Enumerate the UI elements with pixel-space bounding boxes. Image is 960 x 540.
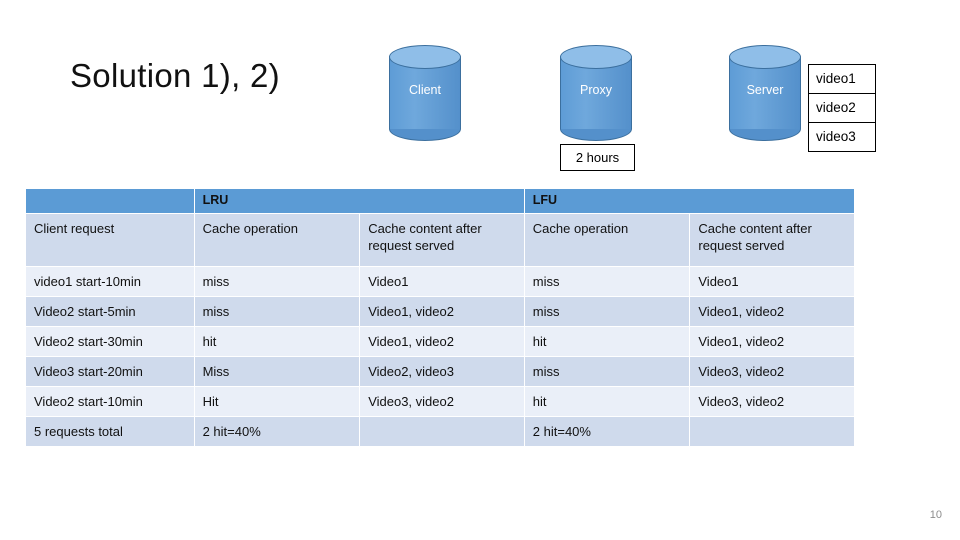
server-video-item: video3 xyxy=(808,122,876,152)
cell-lfu-op: hit xyxy=(523,326,691,357)
cell-lfu-content: Video1 xyxy=(689,266,855,297)
cell-lru-op: Miss xyxy=(193,356,361,387)
table-row: Video2 start-30min hit Video1, video2 hi… xyxy=(25,326,855,357)
cylinder-top-icon xyxy=(729,45,801,69)
diagram-node-label-server: Server xyxy=(746,83,784,97)
cell-lru-content: Video1 xyxy=(359,266,525,297)
column-header-lru-content: Cache content after request served xyxy=(359,213,525,267)
cell-request: video1 start-10min xyxy=(25,266,195,297)
cell-lfu-op: miss xyxy=(523,266,691,297)
cylinder-top-icon xyxy=(560,45,632,69)
group-header-lru: LRU xyxy=(193,188,525,214)
column-header-lfu-operation: Cache operation xyxy=(523,213,691,267)
diagram-node-server: Server xyxy=(729,45,803,141)
cell-lru-content: Video2, video3 xyxy=(359,356,525,387)
cell-lru-content: Video1, video2 xyxy=(359,326,525,357)
server-video-item: video2 xyxy=(808,93,876,123)
cache-comparison-table: LRU LFU Client request Cache operation C… xyxy=(25,188,856,447)
cell-lru-content: Video3, video2 xyxy=(359,386,525,417)
cell-lfu-content: Video3, video2 xyxy=(689,386,855,417)
cell-request: 5 requests total xyxy=(25,416,195,447)
column-header-lfu-content: Cache content after request served xyxy=(689,213,855,267)
cell-lru-op: 2 hit=40% xyxy=(193,416,361,447)
cell-request: Video2 start-30min xyxy=(25,326,195,357)
cell-lru-op: miss xyxy=(193,296,361,327)
cell-lru-op: Hit xyxy=(193,386,361,417)
table-row: Video2 start-5min miss Video1, video2 mi… xyxy=(25,296,855,327)
cell-lfu-content: Video3, video2 xyxy=(689,356,855,387)
page-title: Solution 1), 2) xyxy=(70,57,280,94)
cell-lru-op: miss xyxy=(193,266,361,297)
group-header-blank xyxy=(25,188,195,214)
cell-request: Video3 start-20min xyxy=(25,356,195,387)
cell-lfu-content: Video1, video2 xyxy=(689,296,855,327)
cell-request: Video2 start-10min xyxy=(25,386,195,417)
cell-lru-content xyxy=(359,416,525,447)
table-row: Video2 start-10min Hit Video3, video2 hi… xyxy=(25,386,855,417)
table-row: Video3 start-20min Miss Video2, video3 m… xyxy=(25,356,855,387)
cell-lfu-op: hit xyxy=(523,386,691,417)
column-header-lru-operation: Cache operation xyxy=(193,213,361,267)
cell-lfu-content: Video1, video2 xyxy=(689,326,855,357)
cell-lfu-op: miss xyxy=(523,356,691,387)
page-number: 10 xyxy=(929,509,942,521)
cell-lfu-op: 2 hit=40% xyxy=(523,416,691,447)
table-row-total: 5 requests total 2 hit=40% 2 hit=40% xyxy=(25,416,855,447)
cell-request: Video2 start-5min xyxy=(25,296,195,327)
table-sub-header-row: Client request Cache operation Cache con… xyxy=(25,213,855,267)
table-group-header-row: LRU LFU xyxy=(25,188,856,214)
diagram-node-label-client: Client xyxy=(409,83,441,97)
column-header-client-request: Client request xyxy=(25,213,195,267)
cell-lfu-content xyxy=(689,416,855,447)
cylinder-top-icon xyxy=(389,45,461,69)
diagram-node-proxy: Proxy xyxy=(560,45,634,141)
server-video-item: video1 xyxy=(808,64,876,94)
table-row: video1 start-10min miss Video1 miss Vide… xyxy=(25,266,855,297)
cell-lfu-op: miss xyxy=(523,296,691,327)
proxy-cache-ttl-label: 2 hours xyxy=(560,144,635,171)
diagram-node-label-proxy: Proxy xyxy=(580,83,612,97)
cell-lru-content: Video1, video2 xyxy=(359,296,525,327)
diagram-node-client: Client xyxy=(389,45,463,141)
group-header-lfu: LFU xyxy=(523,188,856,214)
cell-lru-op: hit xyxy=(193,326,361,357)
